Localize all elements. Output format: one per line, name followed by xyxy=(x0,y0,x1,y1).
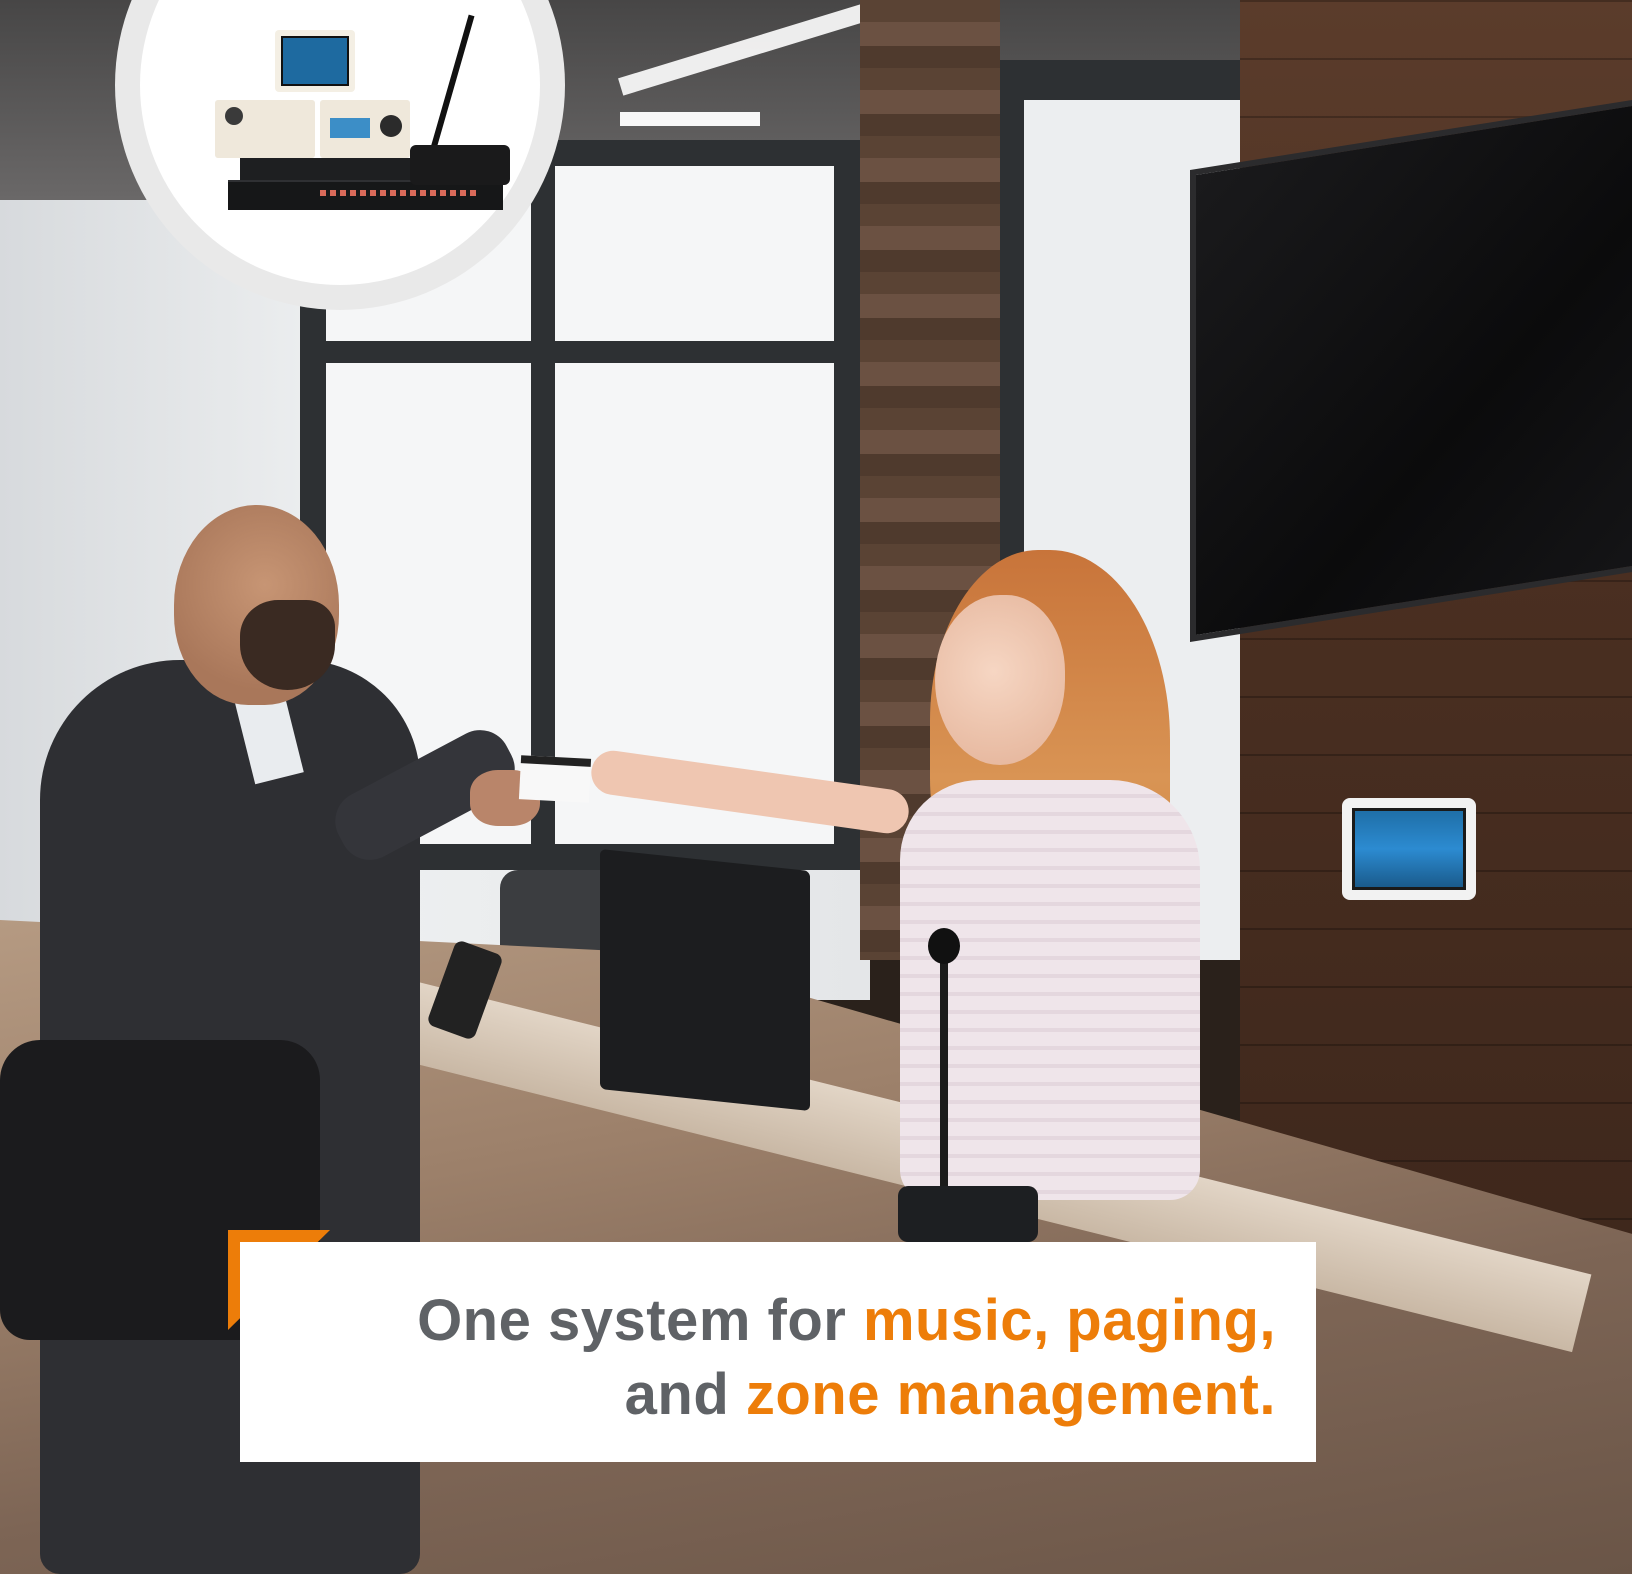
caption-line-2: and zone management. xyxy=(240,1358,1276,1432)
ceiling-light xyxy=(620,112,760,126)
touch-panel-screen xyxy=(1352,808,1466,890)
paging-microphone-base xyxy=(898,1186,1038,1242)
xlr-connector-icon xyxy=(225,107,243,125)
rack-leds xyxy=(320,190,480,196)
guest-beard xyxy=(240,600,335,690)
caption-text: One system for xyxy=(417,1288,863,1353)
wall-tv xyxy=(1190,95,1632,642)
paging-station-icon xyxy=(410,145,510,185)
touch-panel-icon xyxy=(275,30,355,92)
receptionist-face xyxy=(935,595,1065,765)
touch-panel-screen xyxy=(281,36,349,86)
amplifier-icon xyxy=(240,158,415,182)
paging-microphone-gooseneck xyxy=(940,940,948,1200)
key-card xyxy=(518,755,592,803)
volume-knob-icon xyxy=(380,115,402,137)
caption-highlight: music, paging, xyxy=(862,1288,1276,1353)
caption-line-1: One system for music, paging, xyxy=(240,1284,1276,1358)
computer-monitor xyxy=(600,848,810,1112)
wall-touch-panel xyxy=(1342,798,1476,900)
controller-display xyxy=(330,118,370,138)
caption: One system for music, paging, and zone m… xyxy=(240,1242,1316,1462)
caption-highlight: zone management. xyxy=(745,1362,1276,1427)
paging-microphone-head xyxy=(928,928,960,964)
caption-text: and xyxy=(624,1362,746,1427)
